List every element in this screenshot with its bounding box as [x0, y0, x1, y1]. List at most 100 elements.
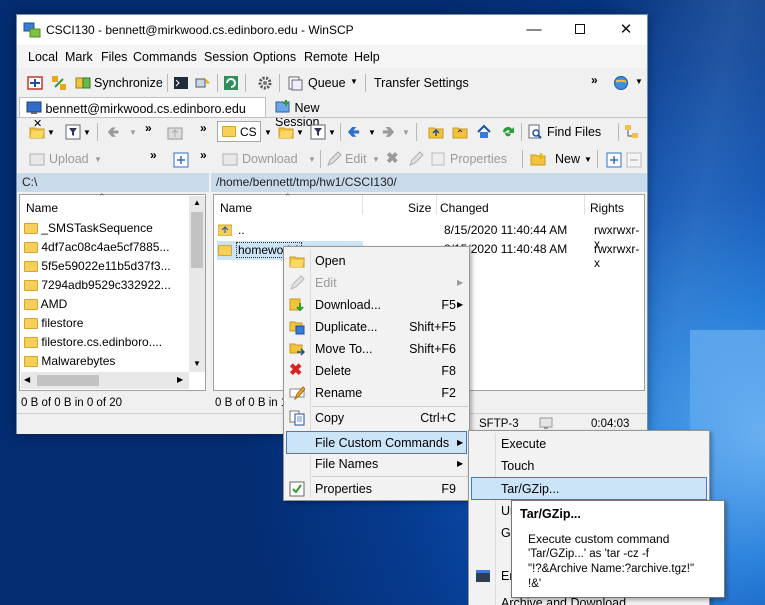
toolbar-overflow-chevron[interactable]: »	[150, 148, 157, 162]
menu-commands[interactable]: Commands	[133, 50, 197, 64]
chevron-down-icon[interactable]: ▼	[129, 128, 137, 137]
toolbar-overflow-chevron[interactable]: »	[145, 121, 152, 135]
list-item[interactable]: 4df7ac08c4ae5cf7885...	[24, 240, 169, 259]
add-icon[interactable]	[606, 152, 622, 168]
submenu-item-touch[interactable]: Touch	[471, 455, 707, 477]
tab-session[interactable]: bennett@mirkwood.cs.edinboro.edu ✕	[19, 97, 266, 130]
menu-mark[interactable]: Mark	[65, 50, 93, 64]
close-button[interactable]: ✕	[603, 15, 649, 45]
menu-item-download[interactable]: Download... F5 ▶	[286, 294, 467, 316]
scrollbar-thumb[interactable]	[37, 375, 99, 386]
menu-item-copy[interactable]: Copy Ctrl+C	[286, 407, 467, 429]
queue-icon[interactable]	[287, 75, 303, 91]
column-header-size[interactable]: Size	[408, 201, 431, 215]
root-directory-icon[interactable]	[452, 124, 468, 140]
globe-icon[interactable]	[613, 75, 629, 91]
new-icon[interactable]	[530, 151, 546, 167]
synchronize-button[interactable]: Synchronize	[94, 76, 163, 90]
delete-icon[interactable]: ✖	[386, 149, 399, 167]
chevron-down-icon[interactable]: ▼	[402, 128, 410, 137]
chevron-down-icon[interactable]: ▼	[296, 128, 304, 137]
gear-icon[interactable]	[257, 75, 273, 91]
list-item[interactable]: Malwarebytes	[24, 354, 115, 373]
parent-directory-icon[interactable]	[428, 124, 444, 140]
parent-directory-icon[interactable]	[167, 125, 183, 141]
back-arrow-icon[interactable]: 🢀	[347, 121, 360, 148]
synchronize-browsing-icon[interactable]	[51, 75, 67, 91]
open-folder-icon[interactable]	[278, 124, 294, 140]
menu-files[interactable]: Files	[101, 50, 127, 64]
home-icon[interactable]	[476, 124, 492, 140]
upload-icon[interactable]	[29, 151, 45, 167]
remote-path-bar[interactable]: /home/bennett/tmp/hw1/CSCI130/	[211, 173, 647, 192]
find-files-button[interactable]: Find Files	[547, 125, 601, 139]
list-item[interactable]: AMD	[24, 297, 67, 316]
find-files-icon[interactable]	[527, 124, 543, 140]
column-header-name[interactable]: Name	[220, 201, 252, 215]
scroll-up-icon[interactable]: ▲	[193, 198, 201, 207]
upload-button[interactable]: Upload	[49, 152, 89, 166]
download-button[interactable]: Download	[242, 152, 298, 166]
local-path-bar[interactable]: C:\	[17, 173, 209, 192]
scrollbar-thumb[interactable]	[191, 212, 203, 268]
download-icon[interactable]	[222, 151, 238, 167]
filter-icon[interactable]	[310, 124, 326, 140]
chevron-down-icon[interactable]: ▼	[372, 155, 380, 164]
edit-icon[interactable]	[326, 151, 342, 167]
chevron-down-icon[interactable]: ▼	[83, 128, 91, 137]
synchronize-icon[interactable]	[75, 75, 91, 91]
chevron-down-icon[interactable]: ▼	[94, 155, 102, 164]
toolbar-overflow-chevron[interactable]: »	[200, 121, 207, 135]
minimize-button[interactable]: —	[511, 15, 557, 45]
chevron-down-icon[interactable]: ▼	[328, 128, 336, 137]
menu-options[interactable]: Options	[253, 50, 296, 64]
menu-help[interactable]: Help	[354, 50, 380, 64]
compare-directories-icon[interactable]	[27, 75, 43, 91]
menu-local[interactable]: Local	[28, 50, 58, 64]
menu-item-file-names[interactable]: File Names ▶	[286, 453, 467, 475]
menu-item-duplicate[interactable]: Duplicate... Shift+F5	[286, 316, 467, 338]
menu-item-delete[interactable]: ✖ Delete F8	[286, 360, 467, 382]
menu-item-move[interactable]: Move To... Shift+F6	[286, 338, 467, 360]
toolbar-overflow-chevron[interactable]: »	[591, 73, 598, 87]
new-button[interactable]: New	[555, 152, 580, 166]
scroll-right-icon[interactable]: ▶	[177, 375, 183, 384]
chevron-down-icon[interactable]: ▼	[47, 128, 55, 137]
chevron-down-icon[interactable]: ▼	[308, 155, 316, 164]
column-header-changed[interactable]: Changed	[440, 201, 489, 215]
tree-icon[interactable]	[624, 124, 640, 140]
toolbar-overflow-chevron[interactable]: »	[200, 148, 207, 162]
scroll-down-icon[interactable]: ▼	[193, 359, 201, 368]
remove-icon[interactable]	[626, 152, 642, 168]
refresh-icon[interactable]	[500, 124, 516, 140]
column-header-rights[interactable]: Rights	[590, 201, 624, 215]
tab-new-session[interactable]: New Session	[269, 97, 365, 129]
horizontal-scrollbar[interactable]: ◀ ▶	[21, 372, 189, 389]
filter-icon[interactable]	[65, 124, 81, 140]
properties-icon[interactable]	[430, 151, 446, 167]
back-arrow-icon[interactable]: 🢀	[107, 122, 119, 147]
table-row[interactable]: .. 8/15/2020 11:40:44 AM rwxrwxr-x	[218, 222, 639, 251]
transfer-settings-button[interactable]: Transfer Settings	[374, 76, 469, 90]
menu-remote[interactable]: Remote	[304, 50, 348, 64]
chevron-down-icon[interactable]: ▼	[584, 155, 592, 164]
queue-button[interactable]: Queue	[308, 76, 346, 90]
menu-item-open[interactable]: Open	[286, 250, 467, 272]
rename-icon[interactable]	[408, 151, 424, 167]
maximize-button[interactable]	[557, 15, 603, 45]
vertical-scrollbar[interactable]: ▲ ▼	[189, 196, 205, 372]
open-folder-icon[interactable]	[29, 124, 45, 140]
list-item[interactable]: filestore.cs.edinboro....	[24, 335, 162, 354]
chevron-down-icon[interactable]: ▼	[635, 77, 643, 86]
submenu-item-execute[interactable]: Execute	[471, 433, 707, 455]
forward-arrow-icon[interactable]: 🢂	[382, 121, 395, 148]
list-item[interactable]: filestore	[24, 316, 83, 335]
properties-button[interactable]: Properties	[450, 152, 507, 166]
menu-item-file-custom-commands[interactable]: File Custom Commands ▶	[286, 431, 467, 454]
console-icon[interactable]	[173, 75, 189, 91]
column-header-name[interactable]: Name	[26, 201, 58, 215]
chevron-down-icon[interactable]: ▼	[264, 128, 272, 137]
chevron-down-icon[interactable]: ▼	[368, 128, 376, 137]
scroll-left-icon[interactable]: ◀	[24, 375, 30, 384]
putty-icon[interactable]	[195, 75, 211, 91]
